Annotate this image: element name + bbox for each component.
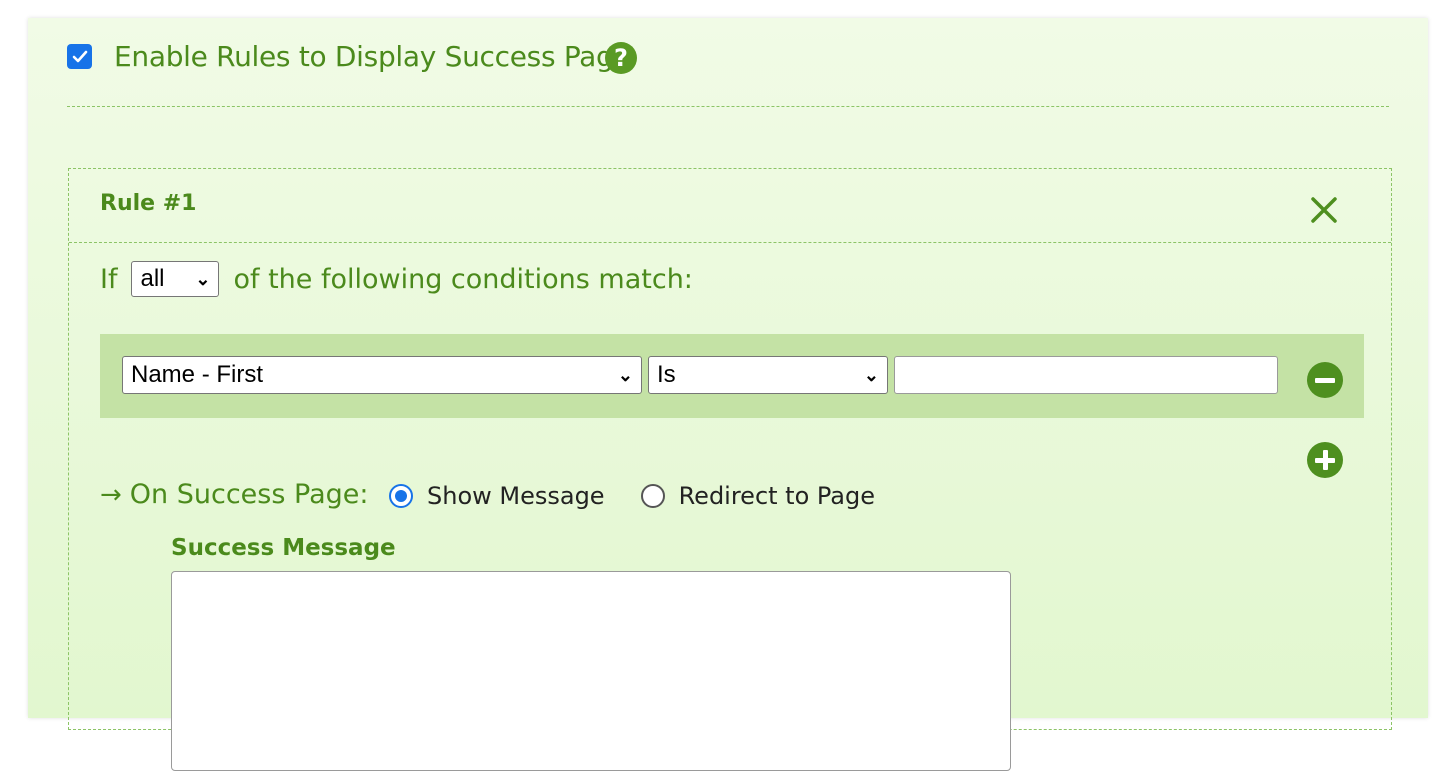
condition-field-select[interactable]: Name - First ⌄ xyxy=(122,356,642,394)
rule-header: Rule #1 xyxy=(69,169,1391,243)
close-icon[interactable] xyxy=(1309,195,1339,225)
radio-option-show-message[interactable]: Show Message xyxy=(389,482,605,510)
enable-rules-label: Enable Rules to Display Success Page xyxy=(114,40,631,73)
rule-card: Rule #1 If all ⌄ of the following condit… xyxy=(68,168,1392,771)
condition-row: Name - First ⌄ Is ⌄ xyxy=(100,334,1364,418)
arrow-right-icon: → xyxy=(100,479,122,510)
success-page-line: → On Success Page: xyxy=(100,479,368,510)
conditions-match-label: of the following conditions match: xyxy=(233,263,693,295)
check-icon xyxy=(72,50,87,62)
condition-field-value: Name - First xyxy=(131,361,263,388)
question-circle-icon[interactable]: ? xyxy=(605,42,637,74)
divider xyxy=(67,106,1389,107)
match-type-value: all xyxy=(140,265,165,292)
chevron-down-icon: ⌄ xyxy=(617,364,633,385)
radio-redirect[interactable] xyxy=(640,484,665,508)
chevron-down-icon: ⌄ xyxy=(195,268,211,289)
enable-rules-checkbox[interactable] xyxy=(67,44,92,69)
rule-title: Rule #1 xyxy=(100,191,197,216)
match-type-select[interactable]: all ⌄ xyxy=(131,261,220,297)
match-condition-line: If all ⌄ of the following conditions mat… xyxy=(100,261,693,297)
radio-label-redirect: Redirect to Page xyxy=(678,482,876,510)
condition-value-input[interactable] xyxy=(894,356,1278,394)
radio-option-redirect[interactable]: Redirect to Page xyxy=(640,482,876,510)
condition-operator-select[interactable]: Is ⌄ xyxy=(648,356,888,394)
add-condition-icon[interactable] xyxy=(1307,442,1343,478)
chevron-down-icon: ⌄ xyxy=(863,364,879,385)
remove-condition-icon[interactable] xyxy=(1307,362,1343,398)
if-label: If xyxy=(100,263,118,295)
condition-operator-value: Is xyxy=(657,361,676,388)
success-rules-panel: Enable Rules to Display Success Page ? R… xyxy=(28,18,1428,771)
success-message-label: Success Message xyxy=(171,535,396,561)
radio-label-show-message: Show Message xyxy=(427,482,605,510)
success-action-radio-group: Show Message Redirect to Page xyxy=(389,482,911,510)
success-page-label: On Success Page: xyxy=(129,479,369,510)
success-message-textarea[interactable] xyxy=(171,571,1011,771)
radio-show-message[interactable] xyxy=(389,484,413,508)
